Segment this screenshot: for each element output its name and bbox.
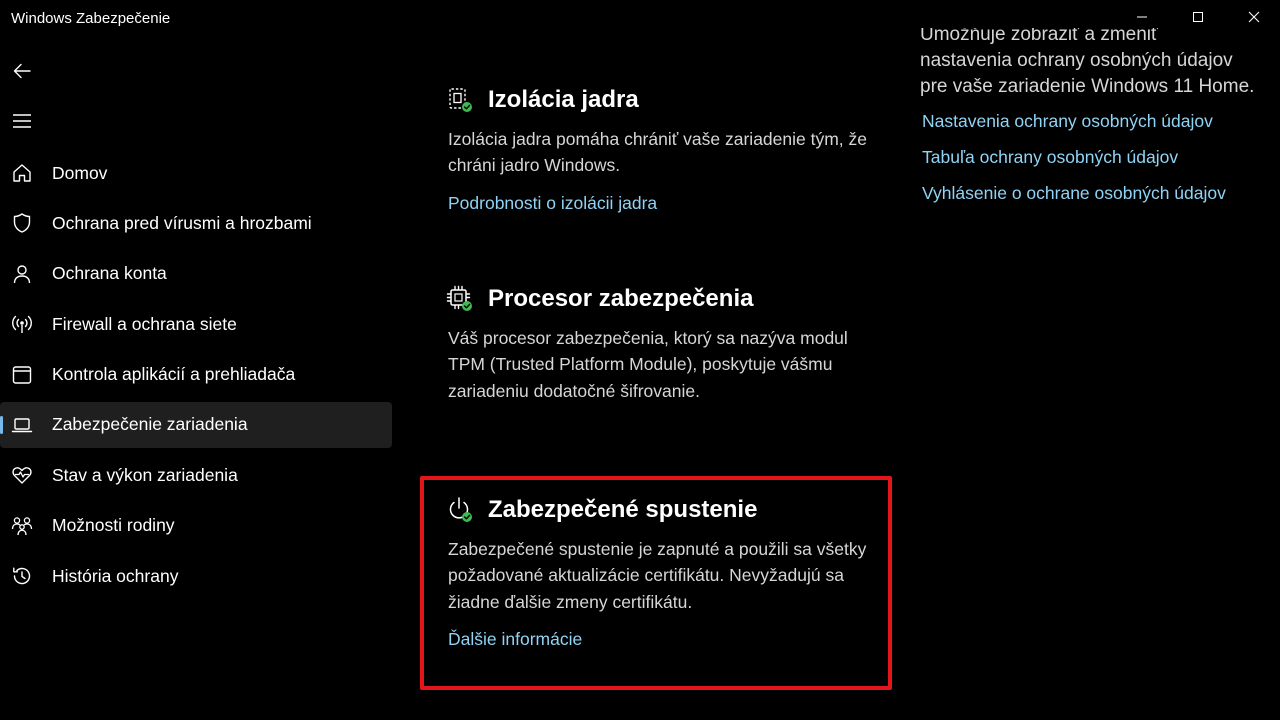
app-window-icon	[11, 364, 33, 386]
privacy-description-clipped: Umožňuje zobraziť a zmeniť	[920, 28, 1260, 48]
privacy-dashboard-link[interactable]: Tabuľa ochrany osobných údajov	[920, 145, 1260, 169]
privacy-description-text: nastavenia ochrany osobných údajov pre v…	[920, 50, 1255, 97]
minimize-icon	[1137, 16, 1147, 18]
arrow-left-icon	[13, 63, 31, 79]
sidebar-item-device-security[interactable]: Zabezpečenie zariadenia	[0, 401, 392, 448]
antenna-icon	[11, 313, 33, 335]
core-isolation-details-link[interactable]: Podrobnosti o izolácii jadra	[446, 193, 657, 214]
processor-check-icon	[446, 285, 472, 311]
app-title: Windows Zabezpečenie	[11, 10, 171, 27]
power-check-icon	[449, 497, 472, 522]
secure-boot-section: Zabezpečené spustenie Zabezpečené spuste…	[446, 496, 886, 650]
sidebar-nav: Domov Ochrana pred vírusmi a hrozbami Oc…	[0, 150, 392, 604]
close-icon	[1248, 11, 1260, 23]
menu-button[interactable]	[4, 104, 40, 138]
security-window: Windows Zabezpečenie Domov Ochrana pred …	[0, 0, 1280, 720]
back-button[interactable]	[4, 54, 40, 88]
person-icon	[11, 263, 33, 285]
privacy-statement-link[interactable]: Vyhlásenie o ochrane osobných údajov	[920, 181, 1260, 205]
more-info-link[interactable]: Ďalšie informácie	[446, 629, 582, 650]
laptop-icon	[11, 414, 33, 436]
section-header: Procesor zabezpečenia	[446, 285, 886, 319]
sidebar-item-label: Domov	[52, 162, 108, 183]
section-title: Procesor zabezpečenia	[488, 285, 754, 312]
sidebar-item-label: Ochrana konta	[52, 263, 167, 284]
sidebar-item-label: Ochrana pred vírusmi a hrozbami	[52, 212, 312, 233]
section-header: Izolácia jadra	[446, 86, 886, 120]
sidebar-item-home[interactable]: Domov	[0, 150, 392, 196]
section-header: Zabezpečené spustenie	[446, 496, 886, 530]
section-description: Izolácia jadra pomáha chrániť vaše zaria…	[448, 129, 868, 176]
sidebar-item-virus-protection[interactable]: Ochrana pred vírusmi a hrozbami	[0, 200, 392, 246]
section-description: Zabezpečené spustenie je zapnuté a použi…	[448, 539, 867, 612]
privacy-settings-link[interactable]: Nastavenia ochrany osobných údajov	[920, 109, 1260, 133]
sidebar-item-label: Zabezpečenie zariadenia	[52, 414, 248, 435]
sidebar-item-label: Možnosti rodiny	[52, 515, 175, 536]
sidebar-item-firewall[interactable]: Firewall a ochrana siete	[0, 301, 392, 347]
sidebar-item-history[interactable]: História ochrany	[0, 553, 392, 599]
section-title: Izolácia jadra	[488, 86, 639, 113]
privacy-description-first-line: Umožňuje zobraziť a zmeniť	[920, 28, 1159, 45]
home-icon	[11, 162, 33, 184]
sidebar-item-account[interactable]: Ochrana konta	[0, 251, 392, 297]
history-icon	[11, 565, 33, 587]
family-icon	[11, 515, 33, 537]
security-processor-section: Procesor zabezpečenia Váš procesor zabez…	[446, 285, 886, 404]
privacy-panel: Umožňuje zobraziť a zmeniť nastavenia oc…	[920, 28, 1260, 205]
heart-pulse-icon	[11, 464, 33, 486]
sidebar-item-app-browser[interactable]: Kontrola aplikácií a prehliadača	[0, 352, 392, 398]
sidebar-item-label: Stav a výkon zariadenia	[52, 464, 238, 485]
section-title: Zabezpečené spustenie	[488, 496, 758, 523]
privacy-description: Umožňuje zobraziť a zmeniť nastavenia oc…	[920, 28, 1260, 99]
sidebar-item-label: Kontrola aplikácií a prehliadača	[52, 364, 296, 385]
hamburger-icon	[13, 114, 31, 128]
section-description: Váš procesor zabezpečenia, ktorý sa nazý…	[448, 328, 848, 401]
maximize-icon	[1193, 12, 1203, 22]
core-isolation-check-icon	[449, 88, 472, 112]
sidebar-item-label: História ochrany	[52, 565, 179, 586]
core-isolation-section: Izolácia jadra Izolácia jadra pomáha chr…	[446, 86, 886, 214]
sidebar-item-family[interactable]: Možnosti rodiny	[0, 503, 392, 549]
shield-icon	[11, 212, 33, 234]
sidebar-item-label: Firewall a ochrana siete	[52, 313, 237, 334]
sidebar-item-device-health[interactable]: Stav a výkon zariadenia	[0, 452, 392, 498]
